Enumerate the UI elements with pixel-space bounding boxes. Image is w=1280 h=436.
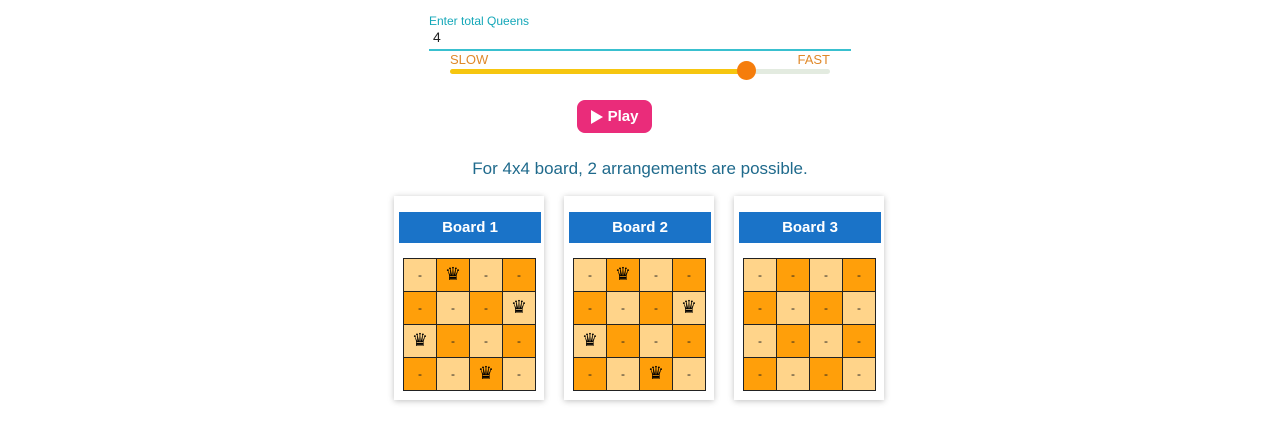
board-cell: - — [404, 292, 437, 325]
board-cell: - — [843, 358, 876, 391]
n-queens-app: Enter total Queens SLOW FAST Play For 4x… — [0, 0, 1280, 436]
speed-track[interactable] — [450, 69, 830, 74]
chess-board: - ♛ - - - - - ♛ ♛ - - - - - ♛ - — [573, 258, 706, 391]
board-cell: - — [843, 259, 876, 292]
board-cell: - — [607, 325, 640, 358]
board-cell: - — [574, 292, 607, 325]
queen-icon: ♛ — [607, 259, 640, 292]
board-cell: - — [437, 325, 470, 358]
chess-board: - ♛ - - - - - ♛ ♛ - - - - - ♛ - — [403, 258, 536, 391]
board-cell: - — [843, 292, 876, 325]
chess-board: ---------------- — [743, 258, 876, 391]
board-cell: - — [503, 259, 536, 292]
queen-icon: ♛ — [437, 259, 470, 292]
board-cell: - — [470, 325, 503, 358]
queens-count-label: Enter total Queens — [429, 14, 530, 28]
speed-track-fill — [450, 69, 746, 74]
board-title: Board 3 — [739, 212, 881, 243]
board-cell: - — [503, 325, 536, 358]
speed-fast-label: FAST — [797, 52, 830, 67]
board-cell: - — [673, 259, 706, 292]
board-cell: - — [777, 292, 810, 325]
board-card: Board 3---------------- — [734, 196, 884, 400]
board-cell: - — [470, 259, 503, 292]
board-cell: - — [777, 358, 810, 391]
board-cell: - — [810, 259, 843, 292]
board-card: Board 2- ♛ - - - - - ♛ ♛ - - - - - ♛ - — [564, 196, 714, 400]
board-cell: - — [574, 259, 607, 292]
board-cell: - — [437, 358, 470, 391]
speed-slow-label: SLOW — [450, 52, 489, 67]
board-cell: - — [843, 325, 876, 358]
board-cell: - — [640, 259, 673, 292]
speed-thumb[interactable] — [737, 61, 756, 80]
queens-count-input[interactable] — [429, 28, 851, 51]
board-cell: - — [404, 358, 437, 391]
queen-icon: ♛ — [404, 325, 437, 358]
board-cell: - — [673, 325, 706, 358]
play-button[interactable]: Play — [577, 100, 652, 133]
play-button-label: Play — [607, 108, 639, 125]
board-cell: - — [640, 325, 673, 358]
board-cell: - — [404, 259, 437, 292]
board-cell: - — [810, 325, 843, 358]
board-cell: - — [810, 292, 843, 325]
board-cell: - — [810, 358, 843, 391]
board-cell: - — [470, 292, 503, 325]
board-cell: - — [607, 358, 640, 391]
queens-count-field: Enter total Queens — [429, 14, 851, 51]
board-cell: - — [744, 292, 777, 325]
result-text: For 4x4 board, 2 arrangements are possib… — [472, 159, 808, 178]
queen-icon: ♛ — [574, 325, 607, 358]
queen-icon: ♛ — [470, 358, 503, 391]
board-cell: - — [744, 325, 777, 358]
queen-icon: ♛ — [503, 292, 536, 325]
board-cell: - — [574, 358, 607, 391]
board-cell: - — [640, 292, 673, 325]
board-title: Board 1 — [399, 212, 541, 243]
board-cell: - — [744, 259, 777, 292]
board-card: Board 1- ♛ - - - - - ♛ ♛ - - - - - ♛ - — [394, 196, 544, 400]
board-cell: - — [777, 259, 810, 292]
board-cell: - — [744, 358, 777, 391]
queen-icon: ♛ — [640, 358, 673, 391]
play-icon — [590, 109, 603, 124]
board-title: Board 2 — [569, 212, 711, 243]
board-cell: - — [503, 358, 536, 391]
queen-icon: ♛ — [673, 292, 706, 325]
board-cell: - — [777, 325, 810, 358]
speed-slider[interactable]: SLOW FAST — [450, 52, 830, 82]
board-cell: - — [673, 358, 706, 391]
board-cell: - — [607, 292, 640, 325]
board-cell: - — [437, 292, 470, 325]
